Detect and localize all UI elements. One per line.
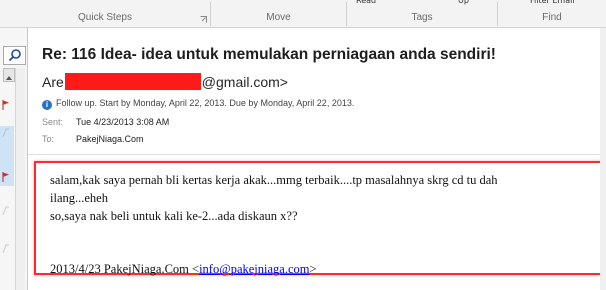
sent-row: Sent: Tue 4/23/2013 3:08 AM [42, 117, 169, 127]
flag-outline-icon[interactable] [2, 206, 10, 216]
ribbon-read-label[interactable]: Read [356, 0, 376, 6]
to-label: To: [42, 134, 55, 144]
message-subject: Re: 116 Idea- idea untuk memulakan perni… [42, 46, 496, 63]
flag-icon[interactable] [2, 100, 10, 110]
followup-text: Follow up. Start by Monday, April 22, 20… [56, 98, 355, 108]
ribbon-filter-label[interactable]: Filter Email [530, 0, 575, 6]
message-list-scrollbar[interactable] [15, 68, 25, 290]
to-row: To: PakejNiaga.Com [42, 134, 144, 144]
quote-suffix: > [309, 262, 317, 276]
flag-outline-icon[interactable] [2, 128, 10, 138]
search-icon[interactable] [4, 47, 25, 64]
ribbon-up-label[interactable]: Up [458, 0, 469, 6]
body-line: ilang...eheh [50, 191, 108, 205]
sent-value: Tue 4/23/2013 3:08 AM [76, 117, 170, 127]
dialog-launcher-icon[interactable] [200, 16, 207, 23]
body-line: salam,kak saya pernah bli kertas kerja a… [50, 173, 498, 187]
sent-label: Sent: [42, 117, 64, 127]
scroll-up-button[interactable] [3, 68, 15, 82]
message-sender[interactable]: Are @gmail.com> [42, 73, 288, 90]
redaction-bar [64, 73, 201, 90]
ribbon-group-tags: Tags [411, 12, 433, 23]
followup-infobar[interactable]: i Follow up. Start by Monday, April 22, 2… [42, 98, 354, 110]
header-divider [28, 154, 606, 155]
sender-email-suffix: @gmail.com> [201, 74, 288, 90]
ribbon: Read Up Filter Email Quick Steps Move Ta… [0, 0, 606, 28]
search-box[interactable] [3, 46, 26, 65]
recipient[interactable]: PakejNiaga.Com [76, 134, 144, 144]
reading-pane-scrollbar[interactable] [600, 28, 606, 290]
ribbon-group-quick-steps: Quick Steps [78, 12, 132, 23]
quote-prefix: 2013/4/23 PakejNiaga.Com < [50, 262, 200, 276]
flag-icon[interactable] [2, 172, 10, 182]
sender-name-prefix: Are [42, 74, 64, 90]
quote-email-link[interactable]: info@pakejniaga.com [199, 262, 309, 276]
quote-header: 2013/4/23 PakejNiaga.Com <info@pakejniag… [50, 262, 317, 277]
info-icon: i [42, 100, 52, 110]
ribbon-group-move: Move [266, 12, 291, 23]
flag-outline-icon[interactable] [2, 244, 10, 254]
body-line: so,saya nak beli untuk kali ke-2...ada d… [50, 209, 298, 223]
caret-up-icon [6, 76, 12, 80]
reading-pane: Re: 116 Idea- idea untuk memulakan perni… [28, 28, 606, 290]
ribbon-group-find: Find [542, 12, 562, 23]
